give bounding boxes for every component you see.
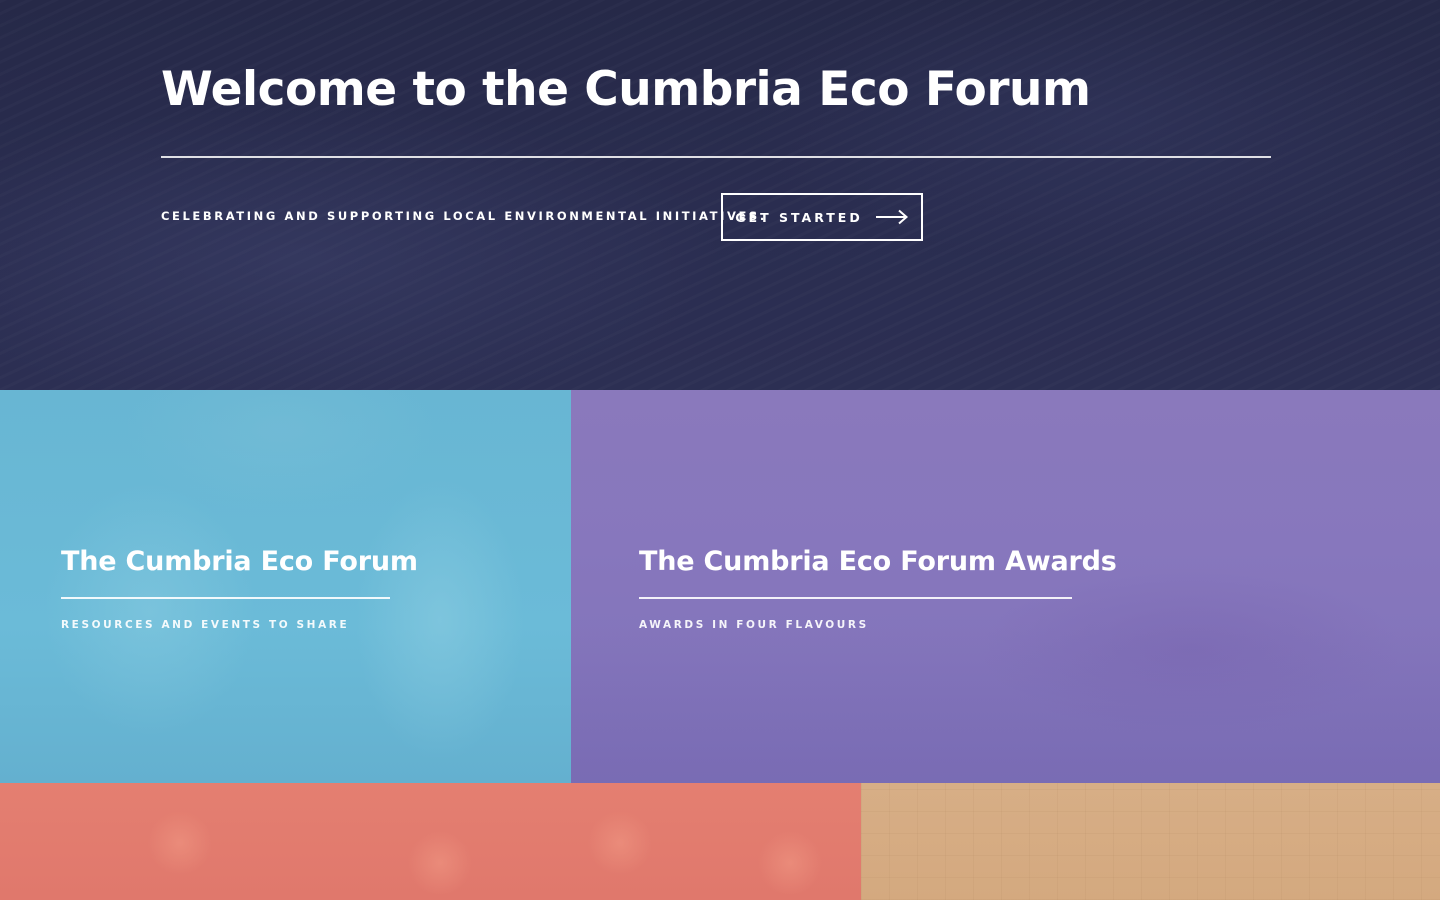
- tile-sand-photo[interactable]: [861, 783, 1440, 900]
- hero-divider: [161, 156, 1271, 158]
- tile-eco-forum[interactable]: The Cumbria Eco Forum RESOURCES AND EVEN…: [0, 390, 571, 783]
- tile-eco-forum-awards[interactable]: The Cumbria Eco Forum Awards AWARDS IN F…: [571, 390, 1440, 783]
- tile-divider: [639, 597, 1072, 599]
- tile-subtitle: RESOURCES AND EVENTS TO SHARE: [61, 619, 350, 631]
- tile-children-photo[interactable]: [0, 783, 861, 900]
- get-started-button[interactable]: GET STARTED: [721, 193, 923, 241]
- tile-subtitle: AWARDS IN FOUR FLAVOURS: [639, 619, 869, 631]
- tile-title: The Cumbria Eco Forum Awards: [639, 546, 1117, 577]
- arrow-right-icon: [875, 209, 909, 225]
- tile-title: The Cumbria Eco Forum: [61, 546, 418, 577]
- tile-divider: [61, 597, 390, 599]
- hero-section: Welcome to the Cumbria Eco Forum CELEBRA…: [0, 0, 1440, 390]
- get-started-label: GET STARTED: [735, 209, 863, 225]
- hero-tagline: CELEBRATING AND SUPPORTING LOCAL ENVIRON…: [161, 209, 767, 223]
- hero-title: Welcome to the Cumbria Eco Forum: [161, 62, 1091, 117]
